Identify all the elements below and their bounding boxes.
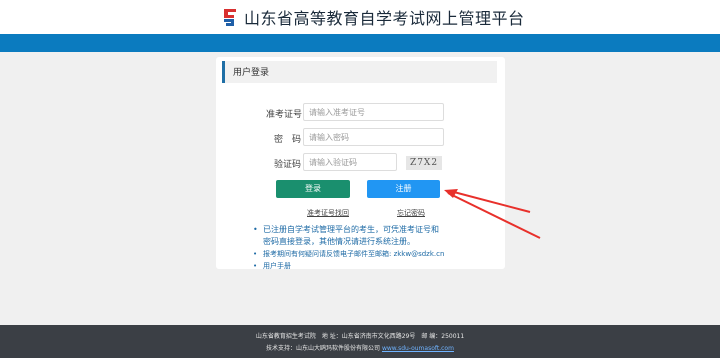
arrow-line bbox=[447, 192, 541, 239]
footer-support-link[interactable]: www.sdu-oumasoft.com bbox=[382, 345, 454, 352]
arrow-line bbox=[449, 190, 531, 213]
footer-support-text: 技术支持：山东山大鸥玛软件股份有限公司 bbox=[266, 345, 381, 352]
footer-address: 山东省教育招生考试院 地 址：山东省济南市文化西路29号 邮 编：250011 bbox=[255, 333, 465, 340]
annotation-arrows bbox=[444, 189, 541, 239]
footer: 山东省教育招生考试院 地 址：山东省济南市文化西路29号 邮 编：250011 … bbox=[0, 325, 720, 358]
footer-support: 技术支持：山东山大鸥玛软件股份有限公司 www.sdu-oumasoft.com bbox=[0, 343, 720, 352]
